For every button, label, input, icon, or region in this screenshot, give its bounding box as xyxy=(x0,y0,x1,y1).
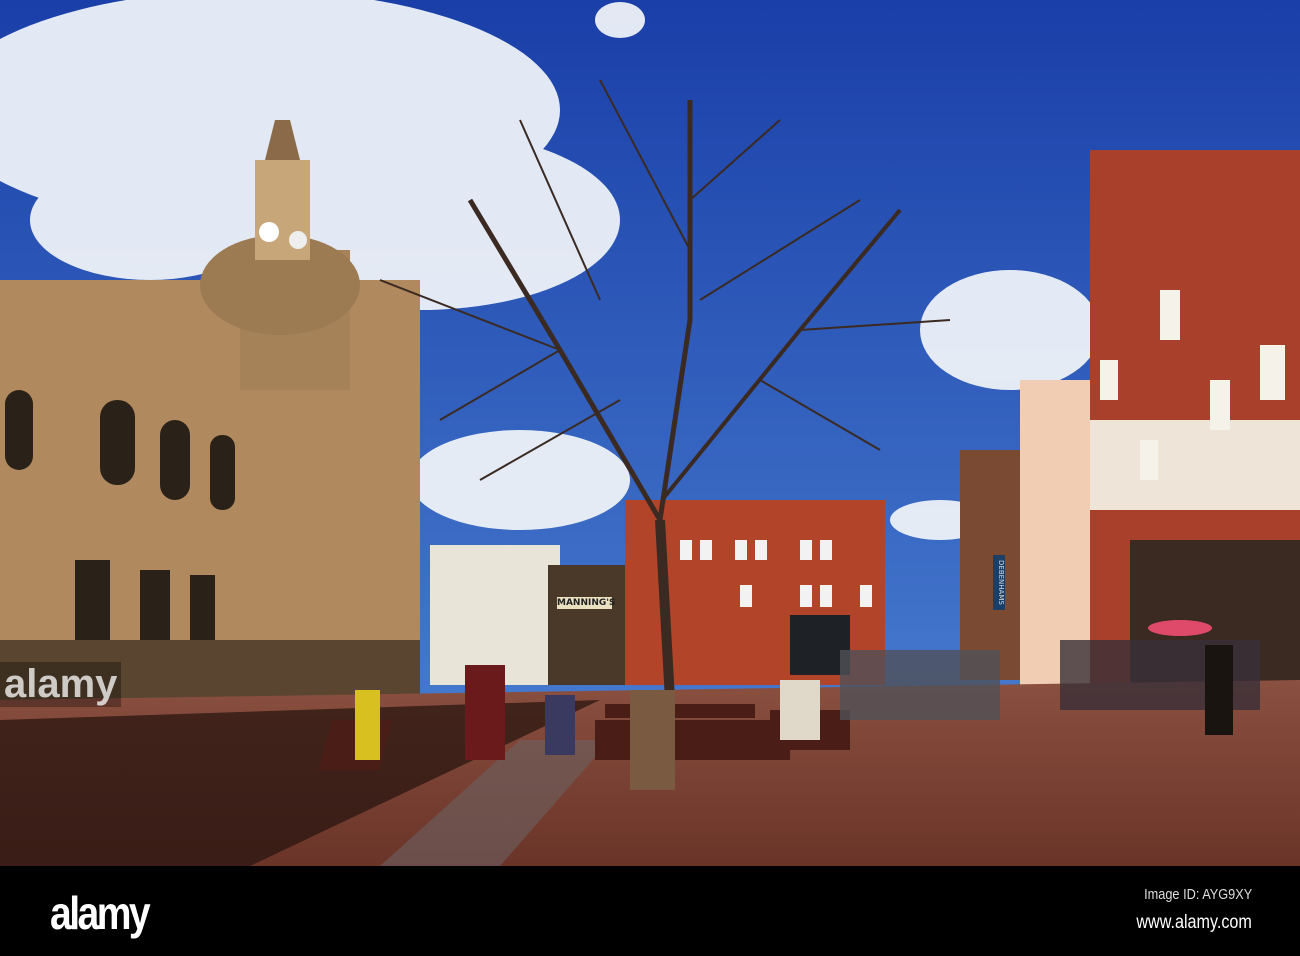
debenhams-banner: DEBENHAMS xyxy=(993,555,1005,610)
alamy-logo: alamy xyxy=(50,887,151,939)
website-link[interactable]: www.alamy.com xyxy=(1137,912,1252,934)
mannings-sign: MANNING'S xyxy=(557,597,616,609)
town-square-photo: MANNING'S DEBENHAMS alamy xyxy=(0,0,1300,866)
image-id: Image ID: AYG9XY xyxy=(1143,886,1252,903)
mannings-pub xyxy=(548,565,628,685)
scene-illustration xyxy=(0,0,1300,866)
watermark-overlay: alamy xyxy=(0,662,122,707)
red-umbrella xyxy=(1148,620,1212,636)
white-building xyxy=(430,545,560,685)
watermark-footer: alamy Image ID: AYG9XY www.alamy.com xyxy=(0,866,1300,956)
